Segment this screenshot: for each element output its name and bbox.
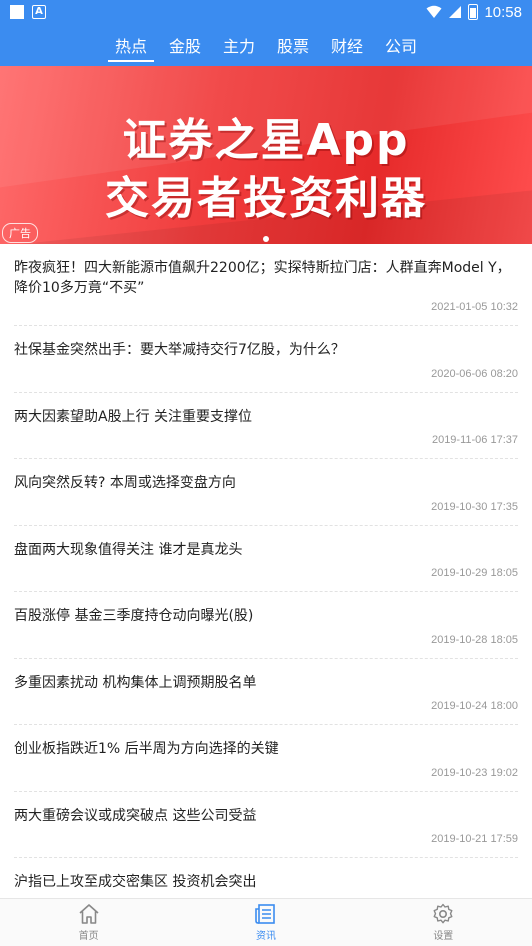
news-title: 沪指已上攻至成交密集区 投资机会突出 [14,874,257,890]
news-date: 2019-10-23 19:02 [431,766,518,779]
carousel-indicator [263,236,269,242]
status-bar: A 10:58 [0,0,532,24]
tab-label: 股票 [277,37,310,56]
news-date: 2019-10-24 18:00 [431,700,518,712]
news-item[interactable]: 盘面两大现象值得关注 谁才是真龙头 2019-10-29 18:05 [14,526,518,592]
tab-gold-stock[interactable]: 金股 [158,24,212,66]
tab-label: 主力 [222,37,255,56]
nav-news[interactable]: 资讯 [177,899,354,946]
ad-badge: 广告 [2,223,38,243]
tab-hot[interactable]: 热点 [104,24,158,66]
news-title: 多重因素扰动 机构集体上调预期股名单 [14,674,257,691]
news-item[interactable]: 昨夜疯狂！四大新能源市值飙升2200亿；实探特斯拉门店：人群直奔Model Y，… [14,244,518,326]
news-item[interactable]: 沪指已上攻至成交密集区 投资机会突出 [14,858,518,898]
news-title: 昨夜疯狂！四大新能源市值飙升2200亿；实探特斯拉门店：人群直奔Model Y，… [14,260,511,296]
nav-label: 设置 [433,931,454,942]
tab-main-force[interactable]: 主力 [212,24,266,66]
nav-settings[interactable]: 设置 [355,899,532,946]
news-date: 2021-01-05 10:32 [431,301,518,313]
tab-label: 公司 [385,37,418,56]
battery-icon [468,4,479,20]
home-icon [79,904,99,924]
news-date: 2019-10-21 17:59 [431,833,518,845]
tab-stocks[interactable]: 股票 [266,24,320,66]
gear-icon [433,903,453,924]
wifi-icon [426,5,442,18]
category-tabs: 热点 金股 主力 股票 财经 公司 [0,24,532,66]
news-date: 2019-10-29 18:05 [431,567,518,579]
tab-finance[interactable]: 财经 [320,24,374,66]
status-right: 10:58 [426,4,522,21]
news-item[interactable]: 风向突然反转? 本周或选择变盘方向 2019-10-30 17:35 [14,459,518,526]
news-title: 百股涨停 基金三季度持仓动向曝光(股) [14,608,254,624]
news-title: 盘面两大现象值得关注 谁才是真龙头 [14,541,243,558]
news-item[interactable]: 社保基金突然出手：要大举减持交行7亿股，为什么？ 2020-06-06 08:2… [14,326,518,393]
news-title: 社保基金突然出手：要大举减持交行7亿股，为什么？ [14,342,345,358]
news-date: 2020-06-06 08:20 [431,367,518,380]
nav-home[interactable]: 首页 [0,899,177,946]
news-item[interactable]: 两大因素望助A股上行 关注重要支撑位 2019-11-06 17:37 [14,393,518,459]
notification-square-icon [10,5,24,19]
news-date: 2019-10-28 18:05 [431,633,518,646]
banner-subheadline: 交易者投资利器 [105,173,427,224]
ad-banner[interactable]: 证券之星App 交易者投资利器 广告 [0,66,532,244]
news-title: 创业板指跌近1% 后半周为方向选择的关键 [14,741,279,757]
signal-icon [449,6,462,18]
news-title: 风向突然反转? 本周或选择变盘方向 [14,475,236,491]
clock: 10:58 [484,3,522,21]
news-icon [255,904,275,924]
tab-label: 热点 [114,37,147,56]
news-item[interactable]: 多重因素扰动 机构集体上调预期股名单 2019-10-24 18:00 [14,659,518,725]
app-a-icon: A [32,5,46,19]
news-list: 昨夜疯狂！四大新能源市值飙升2200亿；实探特斯拉门店：人群直奔Model Y，… [0,244,532,898]
news-title: 两大因素望助A股上行 关注重要支撑位 [14,408,253,425]
news-item[interactable]: 百股涨停 基金三季度持仓动向曝光(股) 2019-10-28 18:05 [14,592,518,659]
news-date: 2019-10-30 17:35 [431,500,518,513]
nav-label: 资讯 [255,931,276,942]
nav-label: 首页 [78,931,99,942]
tab-label: 财经 [331,37,364,56]
status-left: A [10,5,46,19]
tab-label: 金股 [168,37,201,56]
news-date: 2019-11-06 17:37 [431,434,518,446]
news-title: 两大重磅会议或成突破点 这些公司受益 [14,807,257,824]
news-item[interactable]: 创业板指跌近1% 后半周为方向选择的关键 2019-10-23 19:02 [14,725,518,792]
tab-company[interactable]: 公司 [374,24,428,66]
bottom-nav: 首页 资讯 设置 [0,898,532,946]
banner-headline: 证券之星App [122,115,410,166]
news-item[interactable]: 两大重磅会议或成突破点 这些公司受益 2019-10-21 17:59 [14,792,518,858]
